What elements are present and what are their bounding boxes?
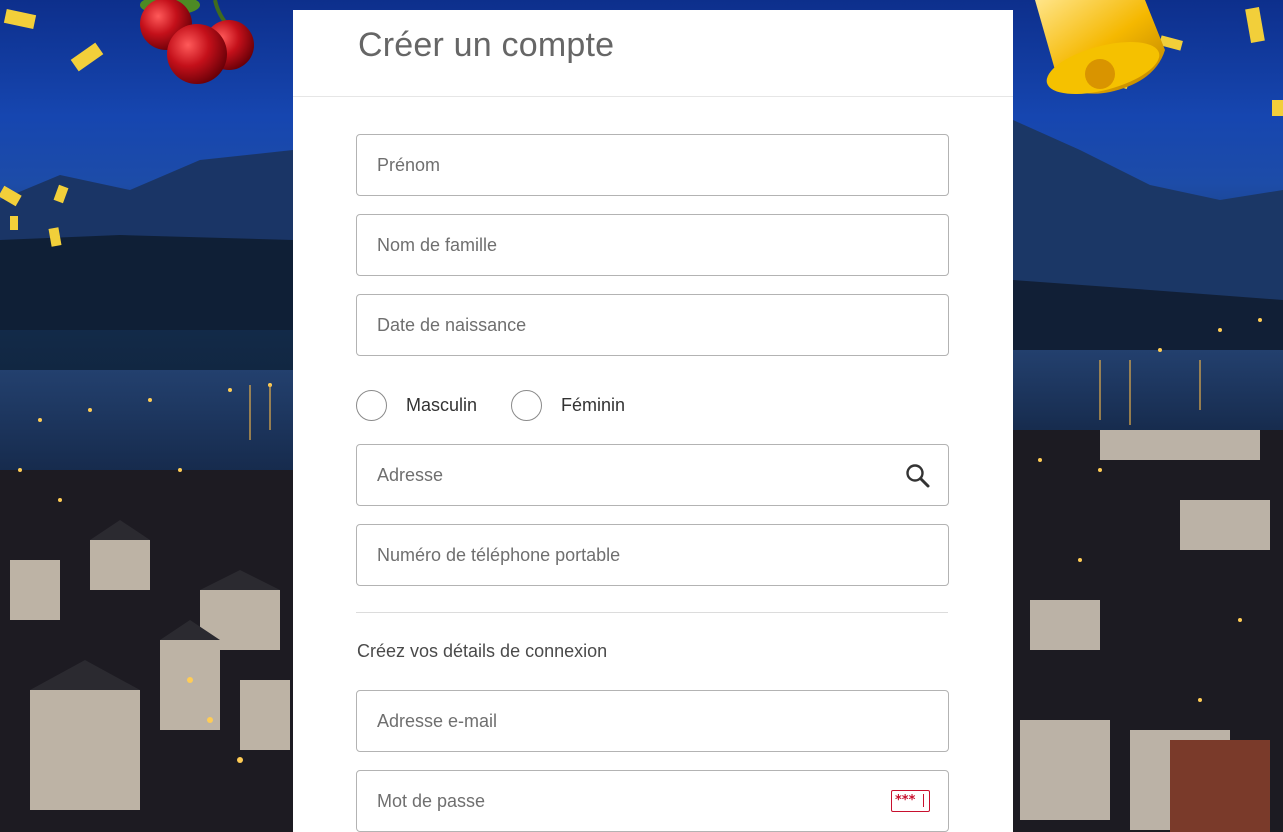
mobile-phone-input[interactable] — [357, 525, 948, 585]
email-field[interactable] — [356, 690, 949, 752]
radio-label-male: Masculin — [406, 395, 478, 415]
password-field[interactable]: *** — [356, 770, 949, 832]
radio-label-female: Féminin — [561, 395, 626, 415]
birth-date-field[interactable] — [356, 294, 949, 356]
first-name-field[interactable] — [356, 134, 949, 196]
mobile-phone-field[interactable] — [356, 524, 949, 586]
page-title: Créer un compte — [358, 25, 615, 64]
radio-female[interactable] — [511, 390, 543, 421]
address-input[interactable] — [357, 445, 948, 505]
gender-radio-group: Masculin Féminin — [356, 390, 659, 421]
birth-date-input[interactable] — [357, 295, 948, 355]
bell-decoration — [1035, 0, 1165, 95]
address-field[interactable] — [356, 444, 949, 506]
gender-option-male[interactable]: Masculin — [356, 390, 477, 421]
first-name-input[interactable] — [357, 135, 948, 195]
create-account-card: Créer un compte Masculin Féminin Cr — [293, 10, 1013, 832]
section-divider — [356, 612, 948, 613]
login-details-heading: Créez vos détails de connexion — [357, 641, 608, 661]
password-mask-icon[interactable]: *** — [891, 790, 930, 812]
password-input[interactable] — [357, 771, 948, 831]
search-icon[interactable] — [904, 462, 932, 490]
last-name-field[interactable] — [356, 214, 949, 276]
gender-option-female[interactable]: Féminin — [511, 390, 625, 421]
email-input[interactable] — [357, 691, 948, 751]
last-name-input[interactable] — [357, 215, 948, 275]
radio-male[interactable] — [356, 390, 387, 421]
card-header: Créer un compte — [293, 10, 1013, 97]
cherries-decoration — [140, 0, 254, 84]
